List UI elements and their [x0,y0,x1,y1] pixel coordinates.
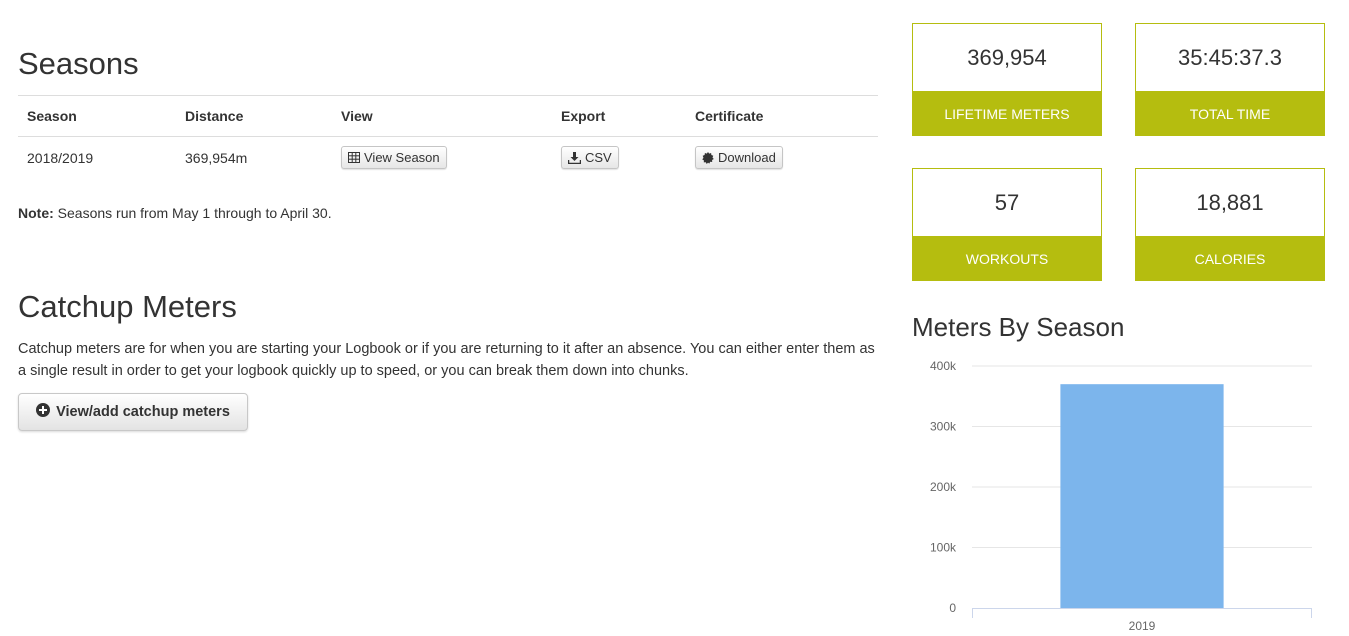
plus-circle-icon [36,403,51,421]
lifetime-meters-value: 369,954 [967,44,1047,70]
seasons-table: Season Distance View Export Certificate … [18,95,878,179]
stat-tile-total-time: 35:45:37.3 Total Time [1135,23,1325,136]
y-tick-label: 400k [930,359,957,373]
table-icon [348,152,360,164]
cell-export: CSV [552,137,686,179]
export-csv-button[interactable]: CSV [561,146,619,170]
cell-season: 2018/2019 [27,149,94,166]
chart-title: Meters By Season [912,312,1125,342]
workouts-value: 57 [994,189,1020,215]
total-time-value: 35:45:37.3 [1178,44,1282,70]
view-season-label: View Season [364,150,440,166]
column-header-season: Season [18,95,176,137]
column-header-export: Export [552,95,686,137]
bar [1060,384,1224,608]
seasons-heading: Seasons [18,46,139,81]
calories-value: 18,881 [1196,189,1264,215]
y-tick-label: 200k [930,480,957,494]
cell-certificate: Download [686,137,878,179]
view-add-catchup-label: View/add catchup meters [56,404,230,420]
calories-label: Calories [1136,236,1324,281]
catchup-heading: Catchup Meters [18,289,237,324]
note-label: Note: [18,205,54,221]
export-csv-label: CSV [585,150,612,166]
x-tick-label: 2019 [1129,619,1156,633]
column-header-certificate: Certificate [686,95,878,137]
catchup-description: Catchup meters are for when you are star… [18,341,875,379]
lifetime-meters-label: Lifetime Meters [913,91,1101,136]
view-season-button[interactable]: View Season [341,146,447,170]
table-row: 2018/2019 369,954m View Season CSV Downl… [18,137,878,179]
view-add-catchup-button[interactable]: View/add catchup meters [18,393,248,431]
workouts-label: Workouts [913,236,1101,281]
download-icon [568,151,581,164]
download-certificate-label: Download [718,150,776,166]
column-header-view: View [332,95,552,137]
column-header-distance: Distance [176,95,332,137]
note-text: Seasons run from May 1 through to April … [53,205,332,221]
table-header-row: Season Distance View Export Certificate [18,95,878,137]
y-tick-label: 300k [930,420,957,434]
cell-view: View Season [332,137,552,179]
certificate-icon [702,151,714,164]
download-certificate-button[interactable]: Download [695,146,783,170]
meters-by-season-chart: 0 100k 200k 300k 400k 2019 [930,359,1312,633]
seasons-note: Note: Seasons run from May 1 through to … [18,205,332,221]
stat-tile-lifetime-meters: 369,954 Lifetime Meters [912,23,1102,136]
total-time-label: Total Time [1136,91,1324,136]
stat-tile-workouts: 57 Workouts [912,168,1102,281]
y-tick-label: 0 [949,601,956,615]
cell-distance: 369,954m [185,149,248,166]
stat-tile-calories: 18,881 Calories [1135,168,1325,281]
y-tick-label: 100k [930,541,957,555]
